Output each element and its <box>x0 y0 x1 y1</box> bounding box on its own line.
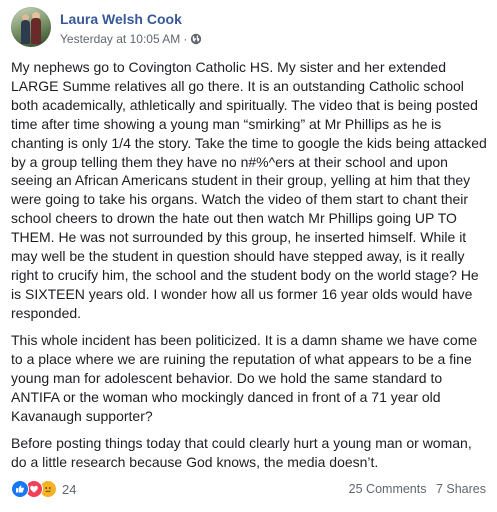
post-body: My nephews go to Covington Catholic HS. … <box>11 58 489 481</box>
like-icon <box>11 480 29 498</box>
separator-dot: · <box>183 32 188 46</box>
timestamp[interactable]: Yesterday at 10:05 AM <box>60 31 180 47</box>
post-paragraph: Before posting things today that could c… <box>11 435 472 471</box>
post-header: Laura Welsh Cook Yesterday at 10:05 AM · <box>11 7 202 51</box>
reactions-summary[interactable]: 24 <box>11 480 76 498</box>
post-paragraph: This whole incident has been politicized… <box>11 332 478 424</box>
reaction-count: 24 <box>62 481 77 497</box>
engagement-counts: 25 Comments 7 Shares <box>343 482 486 496</box>
post-footer: 24 25 Comments 7 Shares <box>11 478 486 500</box>
shares-count-link[interactable]: 7 Shares <box>436 482 486 496</box>
author-name[interactable]: Laura Welsh Cook <box>60 10 202 28</box>
avatar[interactable] <box>11 7 51 47</box>
globe-icon[interactable] <box>190 33 202 45</box>
post-paragraph: My nephews go to Covington Catholic HS. … <box>11 59 487 321</box>
post-card: Laura Welsh Cook Yesterday at 10:05 AM ·… <box>0 0 497 512</box>
post-subline: Yesterday at 10:05 AM · <box>60 31 202 47</box>
post-meta: Laura Welsh Cook Yesterday at 10:05 AM · <box>60 10 202 51</box>
comments-count-link[interactable]: 25 Comments <box>349 482 427 496</box>
